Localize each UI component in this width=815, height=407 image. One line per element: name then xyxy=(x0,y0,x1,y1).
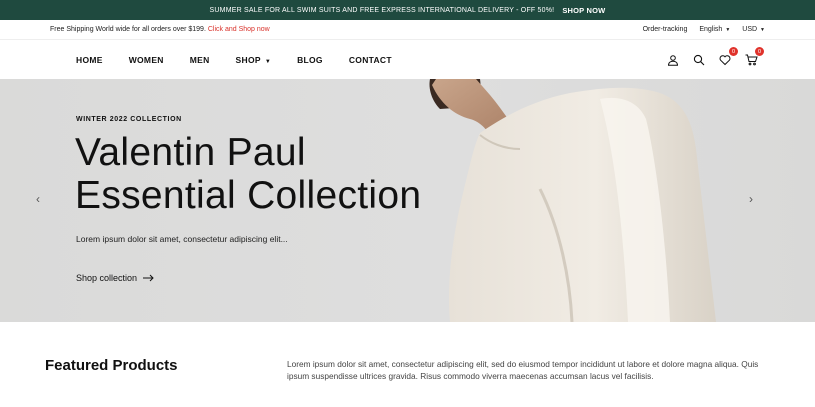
language-value: English xyxy=(699,26,723,33)
account-button[interactable] xyxy=(665,52,681,68)
currency-selector[interactable]: USD ▼ xyxy=(742,26,765,33)
search-icon xyxy=(693,54,705,66)
hero-banner: WINTER 2022 COLLECTION Valentin Paul Ess… xyxy=(0,79,815,322)
chevron-down-icon: ▼ xyxy=(760,27,765,33)
heart-icon xyxy=(719,55,731,66)
hero-title-line-2: Essential Collection xyxy=(75,174,422,217)
main-navigation: HOME WOMEN MEN SHOP ▼ BLOG CONTACT 0 0 xyxy=(0,41,815,79)
utility-bar: Free Shipping World wide for all orders … xyxy=(0,20,815,40)
shipping-promo: Free Shipping World wide for all orders … xyxy=(50,26,270,33)
hero-subtitle: Lorem ipsum dolor sit amet, consectetur … xyxy=(76,234,288,244)
featured-products-description: Lorem ipsum dolor sit amet, consectetur … xyxy=(287,359,759,381)
nav-item-shop-label: SHOP xyxy=(235,55,261,65)
wishlist-button[interactable]: 0 xyxy=(717,47,738,68)
announcement-bar: SUMMER SALE FOR ALL SWIM SUITS AND FREE … xyxy=(0,0,815,20)
hero-title-line-1: Valentin Paul xyxy=(75,131,306,174)
announcement-text: SUMMER SALE FOR ALL SWIM SUITS AND FREE … xyxy=(209,6,555,14)
wishlist-count-badge: 0 xyxy=(729,47,738,56)
nav-item-contact[interactable]: CONTACT xyxy=(349,55,392,65)
slider-prev-arrow-icon[interactable]: ‹ xyxy=(36,192,40,206)
currency-value: USD xyxy=(742,26,758,33)
nav-item-women[interactable]: WOMEN xyxy=(129,55,164,65)
nav-item-shop[interactable]: SHOP ▼ xyxy=(236,55,272,65)
featured-products-title: Featured Products xyxy=(45,357,178,374)
nav-item-home[interactable]: HOME xyxy=(76,55,103,65)
user-icon xyxy=(667,55,679,66)
arrow-right-icon xyxy=(143,274,154,282)
cart-count-badge: 0 xyxy=(755,47,764,56)
search-button[interactable] xyxy=(691,52,707,68)
nav-item-men[interactable]: MEN xyxy=(190,55,210,65)
chevron-down-icon: ▼ xyxy=(264,59,272,65)
click-and-shop-link[interactable]: Click and Shop now xyxy=(208,26,270,33)
shipping-promo-text: Free Shipping World wide for all orders … xyxy=(50,26,206,33)
shop-collection-label: Shop collection xyxy=(76,273,138,283)
shop-collection-link[interactable]: Shop collection xyxy=(76,273,154,283)
chevron-down-icon: ▼ xyxy=(725,27,731,33)
language-selector[interactable]: English ▼ xyxy=(699,26,730,33)
nav-item-blog[interactable]: BLOG xyxy=(297,55,323,65)
order-tracking-link[interactable]: Order-tracking xyxy=(643,26,688,33)
cart-button[interactable]: 0 xyxy=(743,47,764,68)
slider-next-arrow-icon[interactable]: › xyxy=(749,192,753,206)
hero-eyebrow: WINTER 2022 COLLECTION xyxy=(76,116,182,123)
cart-icon xyxy=(745,54,758,66)
hero-title: Valentin Paul Essential Collection xyxy=(75,131,495,217)
shop-now-link[interactable]: SHOP NOW xyxy=(562,6,605,15)
